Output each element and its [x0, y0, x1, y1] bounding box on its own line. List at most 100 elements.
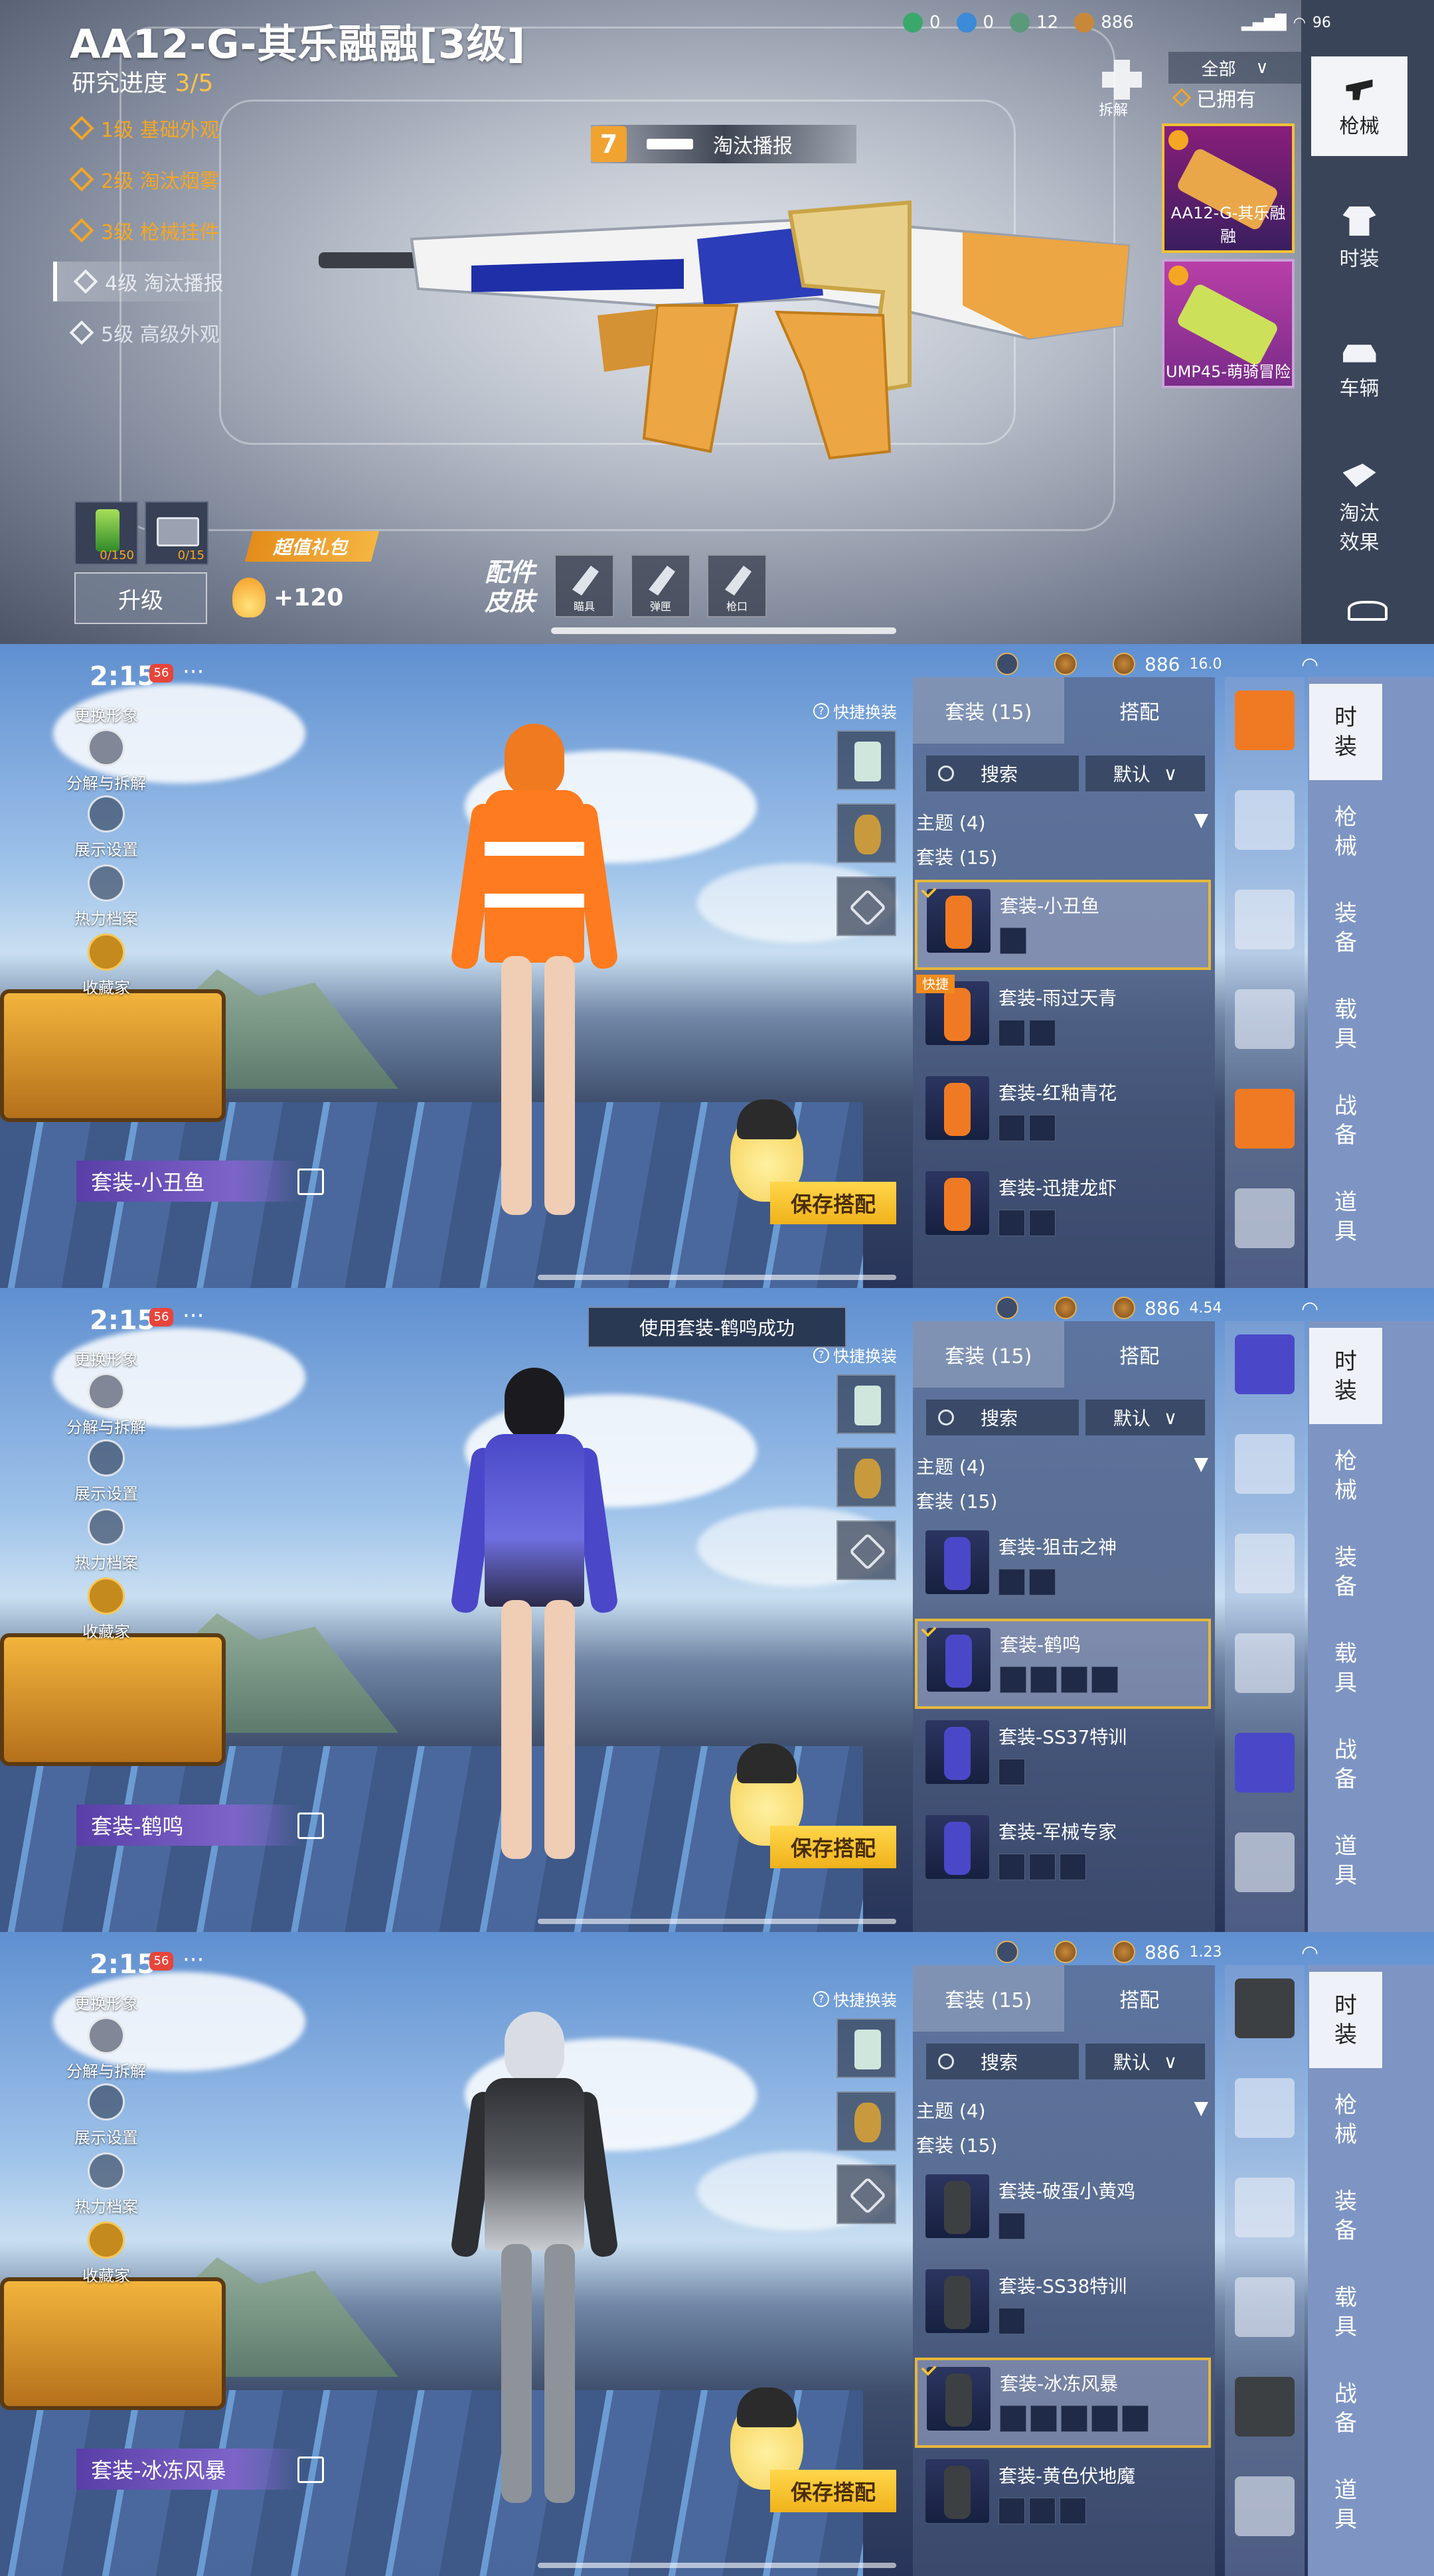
material-slot-2[interactable]: 0/15 — [145, 501, 208, 565]
quick-change[interactable]: ? 快捷换装 — [813, 699, 897, 722]
tab-sets[interactable]: 套装 (15) — [913, 1321, 1064, 1388]
preview-thumb[interactable] — [1235, 1978, 1295, 2038]
tab-battle-gear[interactable]: 战备 — [1309, 1716, 1382, 1812]
character-model[interactable] — [449, 724, 619, 1228]
collector-button[interactable]: 收藏家 — [66, 933, 146, 998]
change-look-button[interactable]: 更换形象 — [66, 698, 146, 726]
theme-filter[interactable]: 主题 (4) ▼ — [916, 2097, 1208, 2123]
level-item-4[interactable]: 4级 淘汰播报 — [53, 262, 226, 301]
outfit-list-item[interactable]: 套装-红釉青花 — [916, 1070, 1208, 1160]
pants-icon[interactable] — [1235, 1188, 1295, 1248]
display-settings-button[interactable]: 展示设置 — [66, 795, 146, 860]
outfit-list-item[interactable]: 套装-SS37特训 — [916, 1714, 1208, 1804]
share-icon[interactable] — [297, 2456, 324, 2483]
skin-card-ump45[interactable]: UMP45-萌骑冒险 — [1162, 259, 1295, 388]
hat-icon[interactable] — [1235, 790, 1295, 850]
tab-weapons[interactable]: 枪械 — [1309, 1427, 1382, 1524]
tab-items[interactable]: 道具 — [1309, 1812, 1382, 1909]
quick-slot-1[interactable] — [836, 730, 896, 790]
collector-button[interactable]: 收藏家 — [66, 2221, 146, 2286]
outfit-list-item[interactable]: 套装-军械专家 — [916, 1809, 1208, 1899]
preview-thumb[interactable] — [1235, 1733, 1295, 1793]
display-settings-button[interactable]: 展示设置 — [66, 1439, 146, 1504]
tab-equipment[interactable]: 装备 — [1309, 2168, 1382, 2264]
tab-battle-gear[interactable]: 战备 — [1309, 1072, 1382, 1168]
value-pack-button[interactable]: 超值礼包 — [244, 531, 380, 562]
pants-icon[interactable] — [1235, 2476, 1295, 2536]
quick-slot-3[interactable] — [836, 876, 896, 936]
tab-items[interactable]: 道具 — [1309, 1168, 1382, 1265]
dismantle-button[interactable]: 分解与拆解 — [66, 729, 146, 793]
search-input[interactable]: 搜索 — [926, 1400, 1079, 1435]
tab-match[interactable]: 搭配 — [1064, 677, 1216, 744]
outfit-list-item[interactable]: 套装-黄色伏地魔 — [916, 2453, 1208, 2543]
save-outfit-button[interactable]: 保存搭配 — [770, 1826, 896, 1868]
heat-archive-button[interactable]: 热力档案 — [66, 2152, 146, 2217]
dismantle-button[interactable]: 分解与拆解 — [66, 2017, 146, 2081]
filter-dropdown[interactable]: 全部 ∨ — [1168, 52, 1301, 84]
material-slot-1[interactable]: 0/150 — [74, 501, 138, 565]
upgrade-button[interactable]: 升级 — [74, 572, 207, 624]
more-icon[interactable]: ··· — [183, 1947, 204, 1973]
glasses-icon[interactable] — [1235, 890, 1295, 949]
part-magazine-button[interactable]: 弹匣 — [631, 554, 690, 617]
change-look-button[interactable]: 更换形象 — [66, 1986, 146, 2014]
outfit-list-item[interactable]: 套装-小丑鱼 — [915, 880, 1211, 970]
heat-archive-button[interactable]: 热力档案 — [66, 864, 146, 929]
hat-icon[interactable] — [1235, 2078, 1295, 2138]
tab-fashion[interactable]: 时装 — [1309, 1328, 1382, 1424]
quick-slot-2[interactable] — [836, 2091, 896, 2151]
sort-dropdown[interactable]: 默认 ∨ — [1085, 756, 1205, 791]
part-muzzle-button[interactable]: 枪口 — [707, 554, 767, 617]
character-model[interactable] — [449, 1368, 619, 1872]
tab-equipment[interactable]: 装备 — [1309, 1524, 1382, 1620]
category-vehicles[interactable]: 车辆 — [1311, 319, 1407, 418]
quick-slot-2[interactable] — [836, 803, 896, 863]
boat-icon[interactable] — [1348, 601, 1388, 621]
outfit-list-item[interactable]: 套装-迅捷龙虾 — [916, 1165, 1208, 1255]
tab-fashion[interactable]: 时装 — [1309, 684, 1382, 780]
hat-icon[interactable] — [1235, 1434, 1295, 1494]
owned-toggle[interactable]: 已拥有 — [1172, 83, 1301, 112]
category-fashion[interactable]: 时装 — [1311, 189, 1407, 289]
share-icon[interactable] — [297, 1812, 324, 1839]
quick-slot-3[interactable] — [836, 1520, 896, 1580]
tab-sets[interactable]: 套装 (15) — [913, 677, 1064, 744]
outfit-list-item[interactable]: 套装-破蛋小黄鸡 — [916, 2168, 1208, 2258]
mask-icon[interactable] — [1235, 2277, 1295, 2337]
character-model[interactable] — [449, 2012, 619, 2516]
tab-match[interactable]: 搭配 — [1064, 1965, 1216, 2032]
quick-slot-1[interactable] — [836, 2018, 896, 2078]
quick-change[interactable]: ? 快捷换装 — [813, 1987, 897, 2010]
tab-vehicles[interactable]: 载具 — [1309, 1620, 1382, 1716]
quick-slot-1[interactable] — [836, 1374, 896, 1434]
heat-archive-button[interactable]: 热力档案 — [66, 1508, 146, 1573]
tab-fashion[interactable]: 时装 — [1309, 1972, 1382, 2068]
glasses-icon[interactable] — [1235, 1534, 1295, 1593]
tab-battle-gear[interactable]: 战备 — [1309, 2360, 1382, 2456]
level-item-3[interactable]: 3级 枪械挂件 — [69, 210, 220, 250]
collector-button[interactable]: 收藏家 — [66, 1577, 146, 1642]
tab-items[interactable]: 道具 — [1309, 2456, 1382, 2553]
tab-vehicles[interactable]: 载具 — [1309, 976, 1382, 1072]
outfit-list-item[interactable]: 套装-SS38特训 — [916, 2263, 1208, 2353]
quick-slot-2[interactable] — [836, 1447, 896, 1507]
level-item-5[interactable]: 5级 高级外观 — [69, 313, 220, 353]
display-settings-button[interactable]: 展示设置 — [66, 2083, 146, 2148]
preview-thumb[interactable] — [1235, 690, 1295, 750]
glasses-icon[interactable] — [1235, 2178, 1295, 2237]
quick-slot-3[interactable] — [836, 2164, 896, 2224]
outfit-list-item[interactable]: 套装-狙击之神 — [916, 1524, 1208, 1614]
tab-equipment[interactable]: 装备 — [1309, 880, 1382, 976]
level-item-1[interactable]: 1级 基础外观 — [69, 108, 220, 148]
tab-vehicles[interactable]: 载具 — [1309, 2264, 1382, 2360]
theme-filter[interactable]: 主题 (4) ▼ — [916, 1453, 1208, 1479]
more-icon[interactable]: ··· — [183, 659, 204, 685]
dismantle-button[interactable]: 分解与拆解 — [66, 1373, 146, 1437]
sort-dropdown[interactable]: 默认 ∨ — [1085, 1400, 1205, 1435]
preview-thumb[interactable] — [1235, 1334, 1295, 1394]
outfit-list-item[interactable]: 套装-雨过天青 快捷 — [916, 975, 1208, 1065]
tab-weapons[interactable]: 枪械 — [1309, 783, 1382, 880]
mask-icon[interactable] — [1235, 1633, 1295, 1693]
save-outfit-button[interactable]: 保存搭配 — [770, 1182, 896, 1224]
